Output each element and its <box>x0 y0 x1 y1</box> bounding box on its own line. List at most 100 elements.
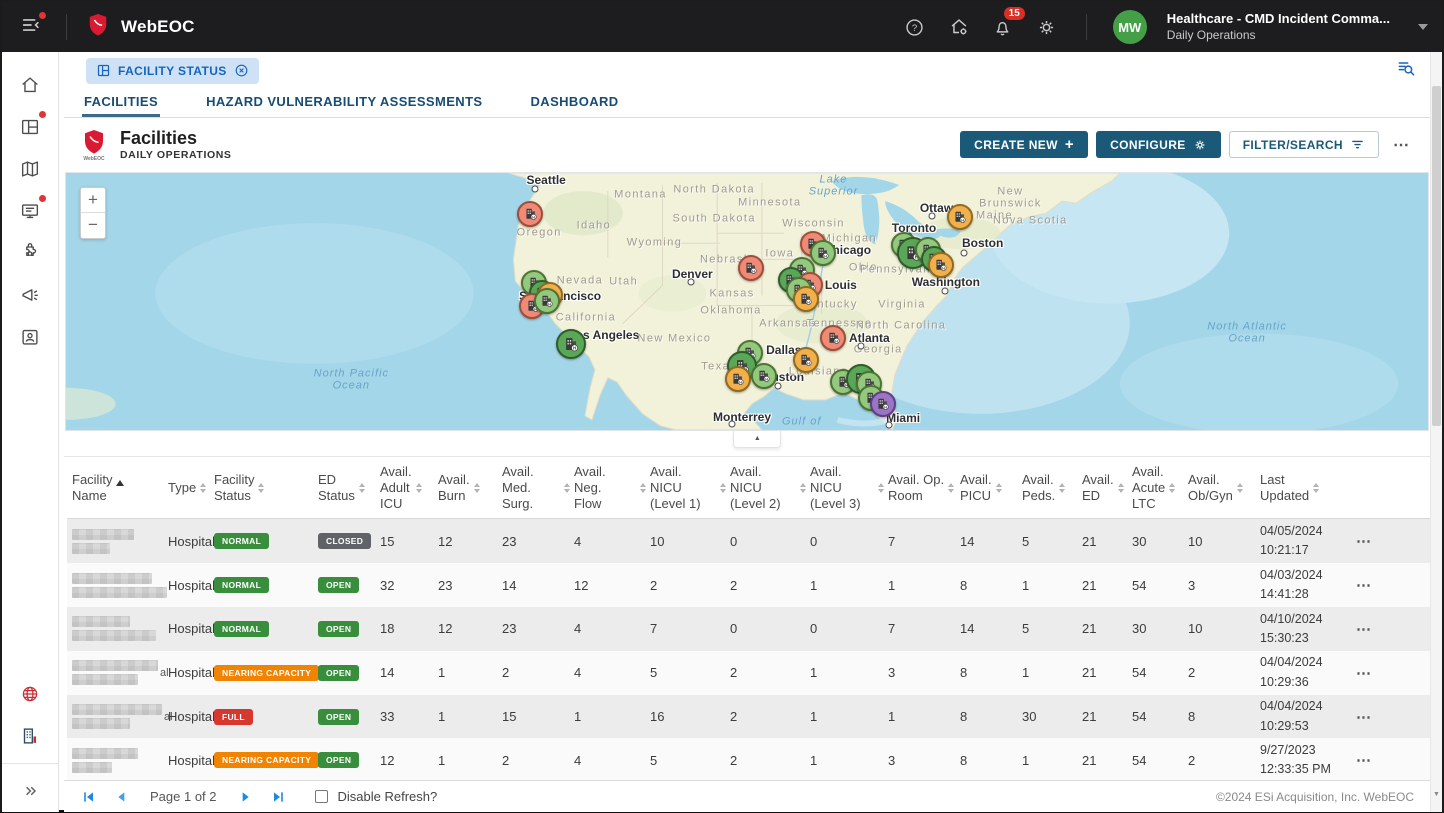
value-cell: 54 <box>1132 665 1188 680</box>
map-facility-marker[interactable]: H <box>947 204 973 230</box>
value-cell: 54 <box>1132 578 1188 593</box>
home-settings-icon[interactable] <box>946 14 972 40</box>
sidebar-maps-icon[interactable] <box>10 148 50 190</box>
value-cell: 23 <box>438 578 502 593</box>
more-actions-button[interactable]: ⋯ <box>1387 135 1416 155</box>
disable-refresh-checkbox[interactable] <box>315 790 328 803</box>
type-cell: Hospital <box>168 621 214 636</box>
row-more-button[interactable]: ⋯ <box>1356 664 1372 682</box>
map-facility-marker[interactable]: H <box>738 255 764 281</box>
zoom-in-button[interactable]: + <box>81 188 105 213</box>
map-facility-marker[interactable]: H <box>534 288 560 314</box>
column-header[interactable]: Avail. Med. Surg. <box>502 464 574 513</box>
user-context[interactable]: Healthcare - CMD Incident Comma... Daily… <box>1167 11 1390 42</box>
sidebar-contacts-icon[interactable] <box>10 316 50 358</box>
map-water-label: North Pacific Ocean <box>314 367 389 392</box>
facility-status-chip[interactable]: FACILITY STATUS <box>86 58 259 84</box>
sort-asc-icon <box>116 480 124 486</box>
column-header[interactable]: Avail. Neg. Flow <box>574 464 650 513</box>
column-header[interactable]: Avail. NICU (Level 2) <box>730 464 810 513</box>
sidebar-plugins-icon[interactable] <box>10 232 50 274</box>
column-header[interactable]: Avail. Peds. <box>1022 472 1082 505</box>
create-new-button[interactable]: CREATE NEW+ <box>960 131 1088 158</box>
map-facility-marker[interactable]: H <box>556 329 586 359</box>
tab-facilities[interactable]: FACILITIES <box>82 90 160 117</box>
row-more-button[interactable]: ⋯ <box>1356 532 1372 550</box>
column-header-label: Avail. Op. Room <box>888 472 944 505</box>
row-more-button[interactable]: ⋯ <box>1356 576 1372 594</box>
map-facility-marker[interactable]: H <box>928 252 954 278</box>
column-header[interactable]: Type <box>168 480 214 496</box>
column-header[interactable]: ED Status <box>318 472 380 505</box>
table-row[interactable]: HospitalNORMALCLOSED15122341000714521301… <box>67 519 1430 563</box>
column-header[interactable]: Last Updated <box>1260 472 1356 505</box>
scrollbar-down-arrow[interactable]: ▼ <box>1431 791 1442 798</box>
map-state-label: Iowa <box>765 247 794 260</box>
table-row[interactable]: alHospitalFULLOPEN331151162118302154804/… <box>67 695 1430 739</box>
first-page-button[interactable] <box>78 787 100 807</box>
table-row[interactable]: HospitalNEARING CAPACITYOPEN121245213812… <box>67 738 1430 780</box>
map-facility-marker[interactable]: H <box>820 325 846 351</box>
column-header[interactable]: Avail. Adult ICU <box>380 464 438 513</box>
collapse-menu-icon[interactable] <box>16 10 46 45</box>
column-header[interactable]: Avail. Ob/Gyn <box>1188 472 1260 505</box>
column-header[interactable]: Avail. NICU (Level 1) <box>650 464 730 513</box>
divider <box>2 763 58 764</box>
column-header[interactable]: Avail. ED <box>1082 472 1132 505</box>
board-search-icon[interactable] <box>1396 58 1416 83</box>
value-cell: 8 <box>960 578 1022 593</box>
help-icon[interactable]: ? <box>902 14 928 40</box>
notifications-bell-icon[interactable]: 15 <box>990 14 1016 40</box>
column-header[interactable]: Avail. Acute LTC <box>1132 464 1188 513</box>
next-page-button[interactable] <box>235 787 257 807</box>
sidebar-home-icon[interactable] <box>10 64 50 106</box>
settings-gear-icon[interactable] <box>1034 14 1060 40</box>
sidebar-messages-icon[interactable] <box>10 190 50 232</box>
last-updated-cell: 04/10/2024 15:30:23 <box>1260 610 1356 649</box>
configure-button[interactable]: CONFIGURE <box>1096 131 1221 158</box>
chevron-down-icon[interactable] <box>1418 24 1428 30</box>
value-cell: 1 <box>810 709 888 724</box>
map-facility-marker[interactable]: H <box>751 363 777 389</box>
map-facility-marker[interactable]: H <box>517 201 543 227</box>
close-icon[interactable] <box>234 63 249 78</box>
map-facility-marker[interactable]: H <box>793 286 819 312</box>
sidebar-facility-app-icon[interactable] <box>10 715 50 757</box>
facility-status-cell: NEARING CAPACITY <box>214 665 318 681</box>
column-header[interactable]: Facility Name <box>72 472 168 505</box>
column-header[interactable]: Facility Status <box>214 472 318 505</box>
sidebar-boards-icon[interactable] <box>10 106 50 148</box>
facility-status-badge: NORMAL <box>214 621 269 637</box>
map[interactable]: SeattleDenverChicagoSt. LouisAtlantaWash… <box>65 172 1429 431</box>
last-page-button[interactable] <box>267 787 289 807</box>
previous-page-button[interactable] <box>110 787 132 807</box>
map-collapse-button[interactable]: ▲ <box>733 431 781 448</box>
row-more-button[interactable]: ⋯ <box>1356 620 1372 638</box>
filter-search-button[interactable]: FILTER/SEARCH <box>1229 131 1379 158</box>
map-facility-marker[interactable]: H <box>870 391 896 417</box>
avatar[interactable]: MW <box>1113 10 1147 44</box>
scrollbar-thumb[interactable] <box>1432 86 1441 426</box>
sidebar-globe-app-icon[interactable] <box>10 673 50 715</box>
column-header[interactable]: Avail. Burn <box>438 472 502 505</box>
map-facility-marker[interactable]: H <box>793 347 819 373</box>
column-header[interactable]: Avail. Op. Room <box>888 472 960 505</box>
zoom-out-button[interactable]: − <box>81 213 105 238</box>
row-more-button[interactable]: ⋯ <box>1356 751 1372 769</box>
facility-status-cell: NORMAL <box>214 621 318 637</box>
table-row[interactable]: HospitalNORMALOPEN1812234700714521301004… <box>67 607 1430 651</box>
tab-dashboard[interactable]: DASHBOARD <box>529 90 621 117</box>
column-header[interactable]: Avail. NICU (Level 3) <box>810 464 888 513</box>
map-state-label: Nevada <box>557 274 603 287</box>
page-scrollbar[interactable]: ▼ <box>1430 52 1442 812</box>
sidebar-announcements-icon[interactable] <box>10 274 50 316</box>
row-more-button[interactable]: ⋯ <box>1356 708 1372 726</box>
tab-hazard-vulnerability-assessments[interactable]: HAZARD VULNERABILITY ASSESSMENTS <box>204 90 484 117</box>
svg-text:H: H <box>573 345 576 350</box>
sidebar-expand-icon[interactable] <box>10 770 50 812</box>
map-facility-marker[interactable]: H <box>810 240 836 266</box>
column-header[interactable]: Avail. PICU <box>960 472 1022 505</box>
map-facility-marker[interactable]: H <box>725 366 751 392</box>
table-row[interactable]: HospitalNORMALOPEN322314122211812154304/… <box>67 563 1430 607</box>
table-row[interactable]: alHospitalNEARING CAPACITYOPEN1412452138… <box>67 651 1430 695</box>
